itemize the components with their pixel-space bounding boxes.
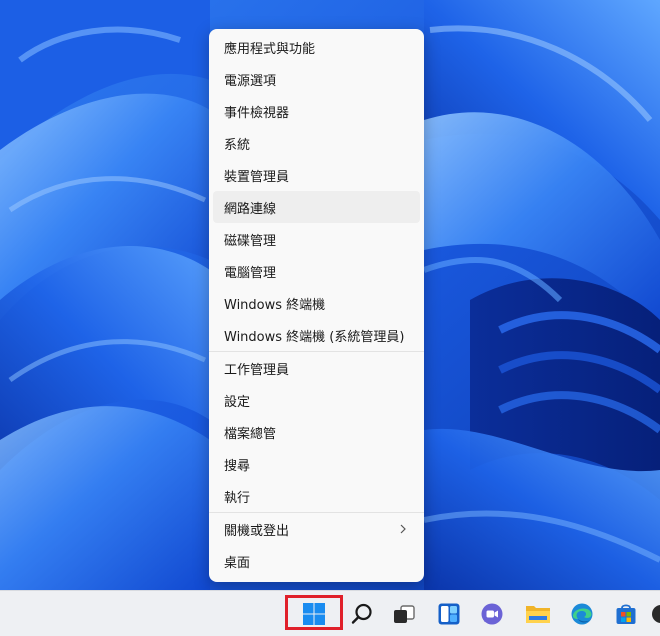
menu-item-label: 執行 (224, 490, 251, 506)
menu-item-disk-management[interactable]: 磁碟管理 (213, 223, 420, 255)
menu-item-file-explorer[interactable]: 檔案總管 (213, 416, 420, 448)
menu-item-label: Windows 終端機 (224, 297, 326, 313)
store-icon (616, 604, 636, 624)
search-icon (351, 603, 372, 624)
menu-item-run[interactable]: 執行 (213, 480, 420, 512)
file-explorer-icon (526, 606, 550, 623)
menu-item-label: 應用程式與功能 (224, 41, 316, 57)
menu-item-event-viewer[interactable]: 事件檢視器 (213, 95, 420, 127)
menu-item-power-options[interactable]: 電源選項 (213, 63, 420, 95)
menu-item-windows-terminal-admin[interactable]: Windows 終端機 (系統管理員) (213, 319, 420, 351)
edge-button[interactable] (564, 596, 600, 632)
menu-item-label: 工作管理員 (224, 362, 290, 378)
menu-item-label: 設定 (224, 394, 251, 410)
menu-item-label: 關機或登出 (224, 523, 290, 539)
menu-item-label: 網路連線 (224, 201, 277, 217)
chevron-right-icon (400, 524, 406, 534)
chat-button[interactable] (474, 596, 510, 632)
menu-item-windows-terminal[interactable]: Windows 終端機 (213, 287, 420, 319)
desktop: 應用程式與功能 電源選項 事件檢視器 系統 裝置管理員 網路連線 磁碟管理 電腦… (0, 0, 660, 636)
menu-item-device-manager[interactable]: 裝置管理員 (213, 159, 420, 191)
menu-item-label: 系統 (224, 137, 251, 153)
file-explorer-button[interactable] (520, 596, 556, 632)
edge-icon (571, 603, 593, 625)
menu-item-label: 搜尋 (224, 458, 251, 474)
menu-item-computer-management[interactable]: 電腦管理 (213, 255, 420, 287)
menu-item-desktop[interactable]: 桌面 (213, 545, 420, 577)
chat-icon (481, 603, 503, 625)
menu-item-shutdown-or-sign-out[interactable]: 關機或登出 (213, 513, 420, 545)
menu-item-label: 檔案總管 (224, 426, 277, 442)
menu-item-settings[interactable]: 設定 (213, 384, 420, 416)
task-view-icon (394, 605, 415, 623)
overflow-app-button[interactable] (650, 596, 660, 632)
store-button[interactable] (608, 596, 644, 632)
menu-item-search[interactable]: 搜尋 (213, 448, 420, 480)
menu-item-network-connections[interactable]: 網路連線 (213, 191, 420, 223)
menu-item-label: 電腦管理 (224, 265, 277, 281)
menu-item-label: 事件檢視器 (224, 105, 290, 121)
start-button-highlight (285, 595, 343, 630)
widgets-icon (438, 603, 460, 625)
app-icon (652, 605, 660, 623)
menu-item-label: 桌面 (224, 555, 251, 571)
menu-item-task-manager[interactable]: 工作管理員 (213, 352, 420, 384)
task-view-button[interactable] (386, 596, 422, 632)
menu-item-label: 磁碟管理 (224, 233, 277, 249)
search-button[interactable] (344, 596, 380, 632)
widgets-button[interactable] (431, 596, 467, 632)
menu-item-apps-and-features[interactable]: 應用程式與功能 (213, 31, 420, 63)
menu-item-label: 電源選項 (224, 73, 277, 89)
menu-item-label: 裝置管理員 (224, 169, 290, 185)
menu-item-label: Windows 終端機 (系統管理員) (224, 329, 405, 345)
menu-item-system[interactable]: 系統 (213, 127, 420, 159)
quick-link-menu: 應用程式與功能 電源選項 事件檢視器 系統 裝置管理員 網路連線 磁碟管理 電腦… (209, 29, 424, 582)
